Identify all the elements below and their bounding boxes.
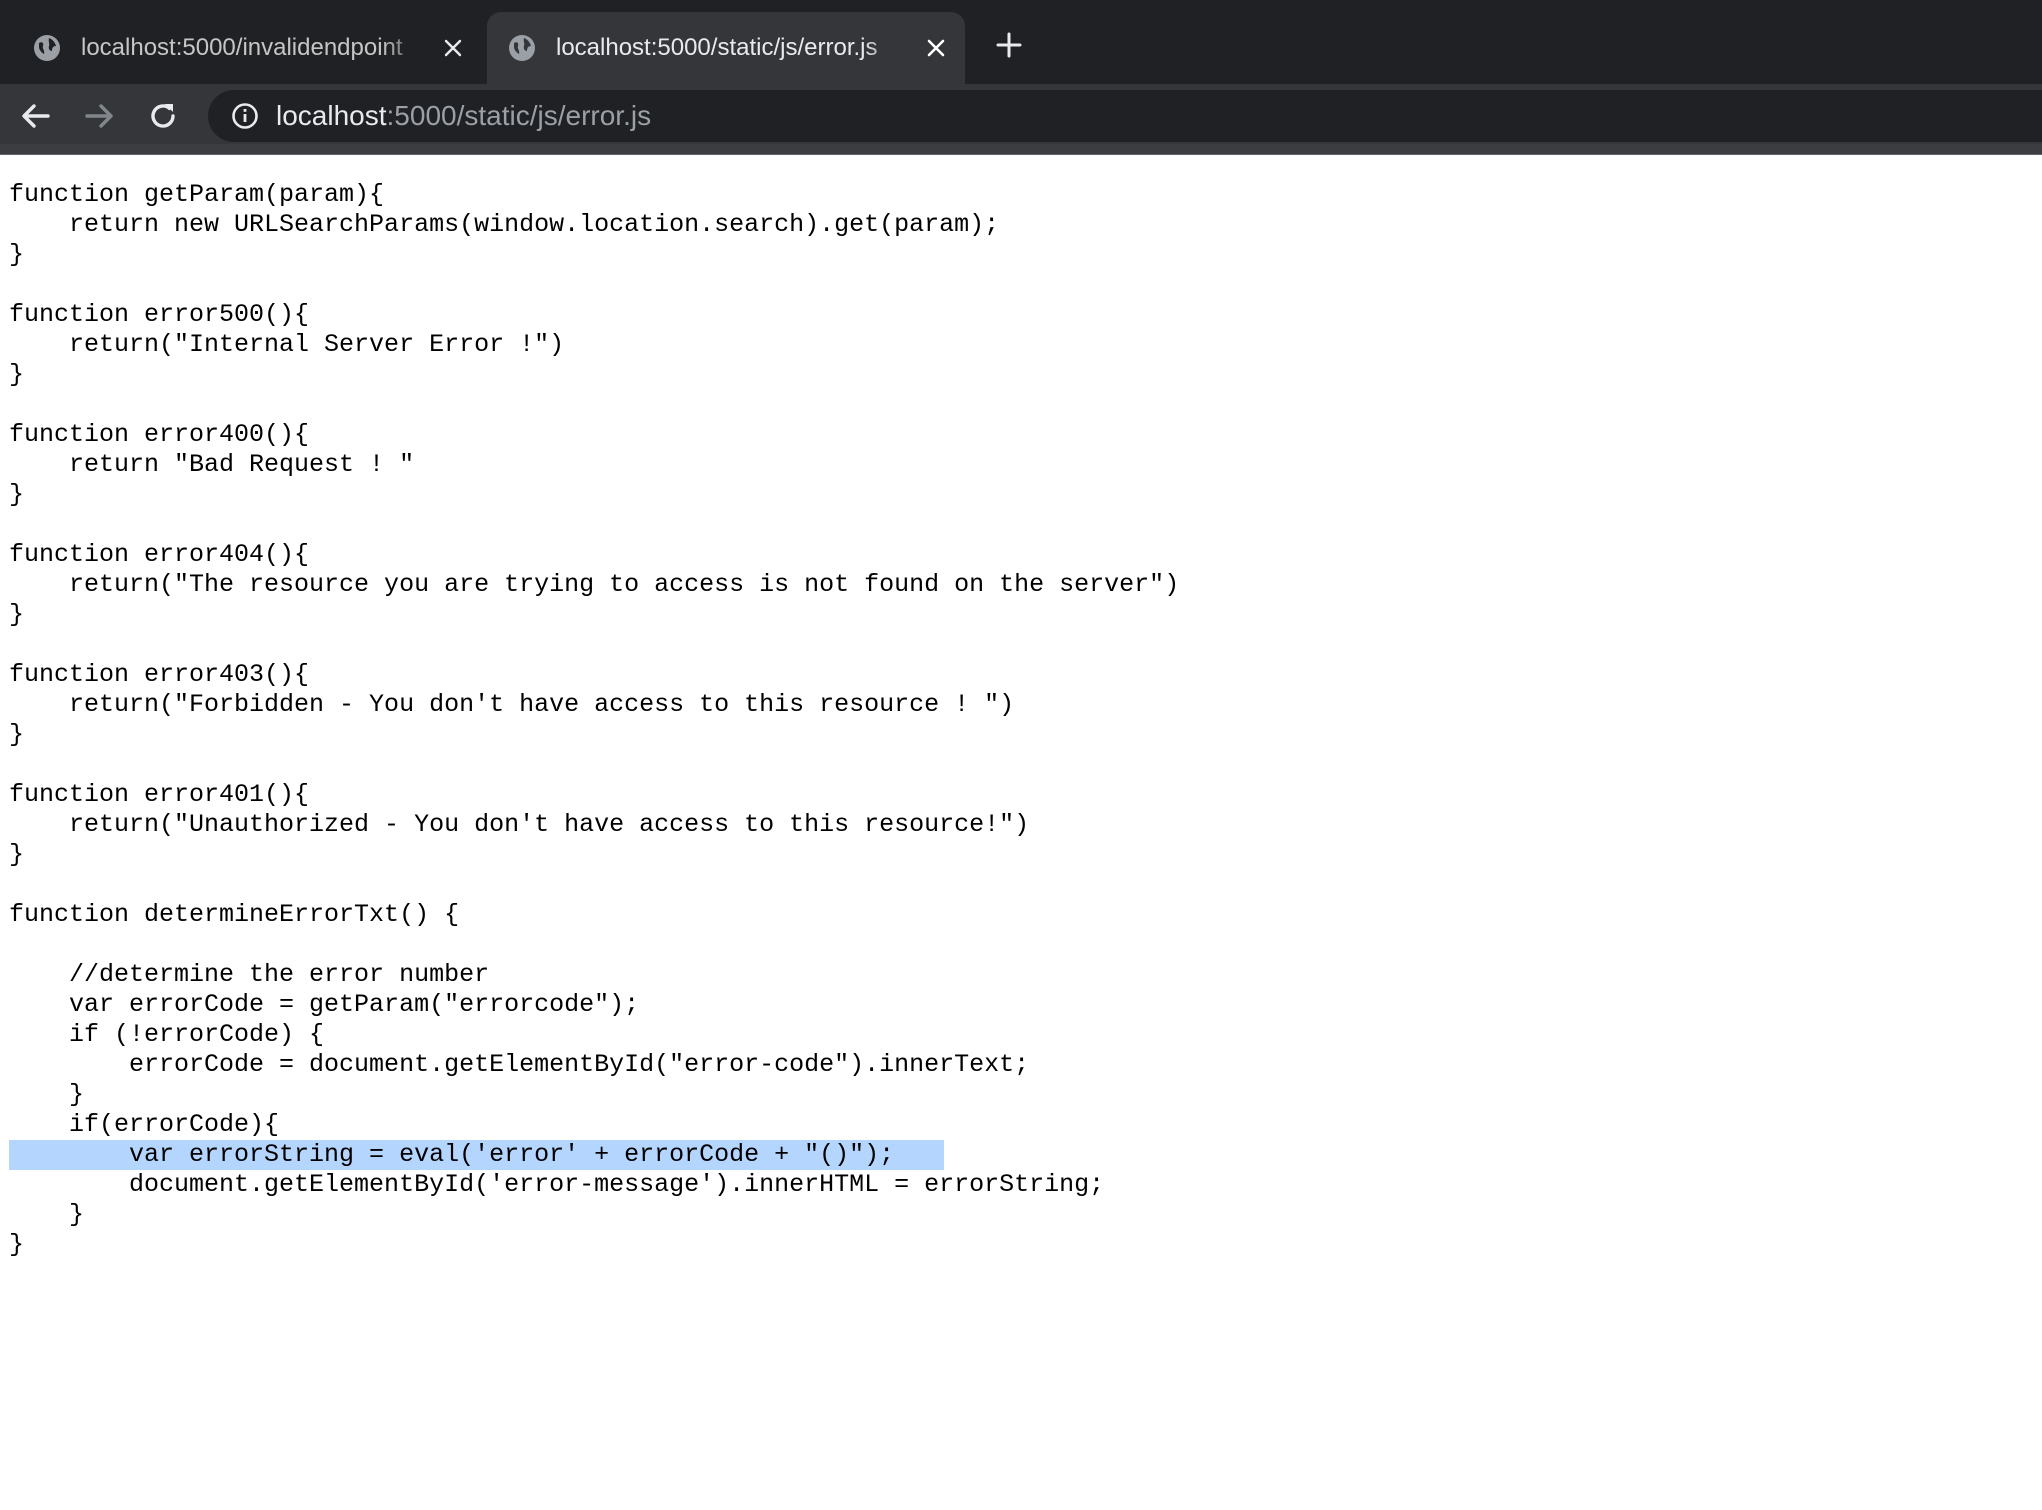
code-line: function determineErrorTxt() { [9, 900, 460, 929]
code-line: } [9, 1230, 25, 1259]
code-line: var errorCode = getParam("errorcode"); [9, 990, 640, 1019]
code-line: function getParam(param){ [9, 180, 385, 209]
tab-invalidendpoint[interactable]: localhost:5000/invalidendpoint [12, 12, 482, 84]
code-line: } [9, 360, 25, 389]
info-icon[interactable] [230, 101, 260, 131]
close-icon[interactable] [438, 33, 468, 63]
toolbar-divider [0, 144, 2042, 155]
code-line-selected: var errorString = eval('error' + errorCo… [9, 1140, 944, 1170]
tab-title: localhost:5000/invalidendpoint [81, 34, 403, 61]
plus-icon[interactable] [990, 26, 1028, 64]
code-line: } [9, 1200, 85, 1229]
address-bar[interactable]: localhost:5000/static/js/error.js [208, 90, 2042, 142]
code-line: } [9, 720, 25, 749]
code-line: return("Forbidden - You don't have acces… [9, 690, 1015, 719]
code-line: } [9, 600, 25, 629]
code-line: function error404(){ [9, 540, 310, 569]
tab-error-js[interactable]: localhost:5000/static/js/error.js [487, 12, 965, 84]
code-line: if(errorCode){ [9, 1110, 280, 1139]
code-line: return("Internal Server Error !") [9, 330, 565, 359]
code-line: } [9, 240, 25, 269]
reload-icon[interactable] [141, 94, 185, 138]
code-line: return("Unauthorized - You don't have ac… [9, 810, 1030, 839]
code-line: } [9, 1080, 85, 1109]
code-line: function error500(){ [9, 300, 310, 329]
url-text[interactable]: localhost:5000/static/js/error.js [276, 100, 651, 132]
code-line: function error400(){ [9, 420, 310, 449]
code-line: } [9, 480, 25, 509]
code-line: if (!errorCode) { [9, 1020, 325, 1049]
globe-icon [33, 34, 61, 62]
source-code-view[interactable]: function getParam(param){ return new URL… [9, 180, 2029, 1260]
url-host: localhost [276, 100, 387, 131]
code-line: return("The resource you are trying to a… [9, 570, 1180, 599]
globe-icon [508, 34, 536, 62]
code-line: } [9, 840, 25, 869]
url-path: :5000/static/js/error.js [386, 100, 652, 131]
code-line: document.getElementById('error-message')… [9, 1170, 1105, 1199]
code-line: //determine the error number [9, 960, 490, 989]
tab-strip: localhost:5000/invalidendpoint localhost… [0, 0, 2042, 84]
code-line: return new URLSearchParams(window.locati… [9, 210, 1000, 239]
code-line: function error401(){ [9, 780, 310, 809]
code-line: function error403(){ [9, 660, 310, 689]
tab-title: localhost:5000/static/js/error.js [556, 34, 878, 61]
forward-arrow-icon[interactable] [77, 94, 121, 138]
code-line: errorCode = document.getElementById("err… [9, 1050, 1030, 1079]
close-icon[interactable] [921, 33, 951, 63]
back-arrow-icon[interactable] [14, 94, 58, 138]
code-line: return "Bad Request ! " [9, 450, 415, 479]
